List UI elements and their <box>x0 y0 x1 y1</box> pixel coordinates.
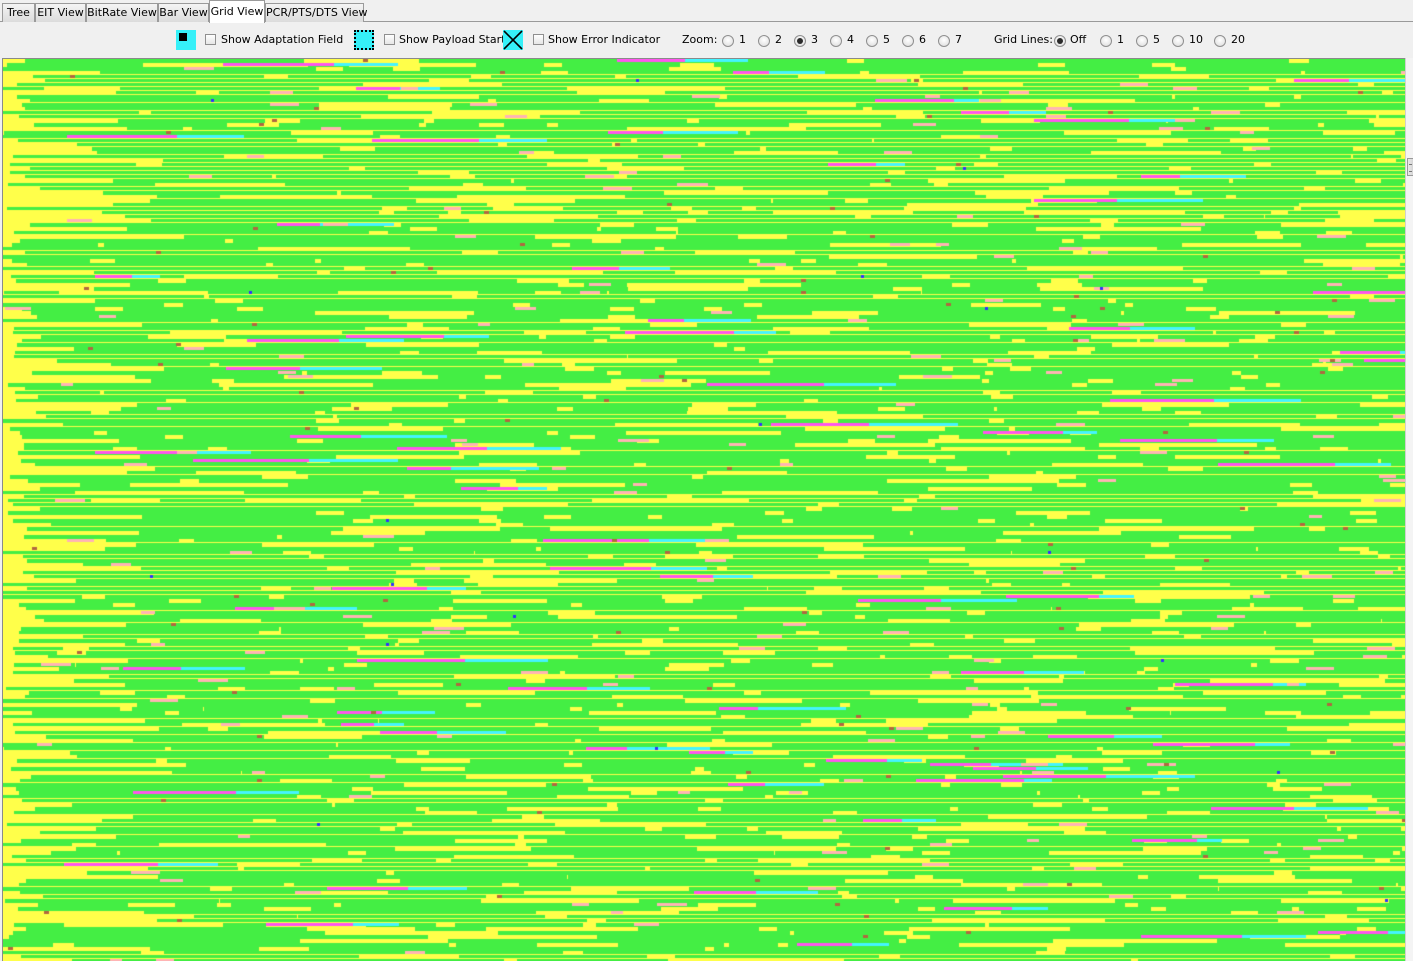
grid-lines-option-label[interactable]: 1 <box>1117 33 1124 47</box>
scrollbar-thumb[interactable] <box>1407 158 1413 176</box>
adaptation-field-symbol-icon <box>176 30 196 50</box>
zoom-radio-7[interactable] <box>938 35 950 47</box>
show-payload-start-checkbox[interactable] <box>384 34 395 45</box>
grid-view-toolbar: Show Adaptation Field Show Payload Start… <box>0 22 1413 58</box>
zoom-radio-2[interactable] <box>758 35 770 47</box>
tab-eit-view[interactable]: EIT View <box>35 3 86 22</box>
show-error-indicator-checkbox[interactable] <box>533 34 544 45</box>
grid-lines-radio-10[interactable] <box>1172 35 1184 47</box>
grid-lines-radio-20[interactable] <box>1214 35 1226 47</box>
grid-lines-radio-off[interactable] <box>1054 35 1066 47</box>
zoom-option-label[interactable]: 6 <box>919 33 926 47</box>
error-indicator-symbol-icon <box>503 30 523 50</box>
tab-grid-view[interactable]: Grid View <box>209 0 265 23</box>
zoom-radio-3[interactable] <box>794 35 806 47</box>
zoom-label: Zoom: <box>682 33 718 46</box>
payload-start-symbol-icon <box>354 30 374 50</box>
grid-lines-label: Grid Lines: <box>994 33 1053 46</box>
zoom-radio-1[interactable] <box>722 35 734 47</box>
grid-lines-option-label[interactable]: 5 <box>1153 33 1160 47</box>
grid-lines-option-label[interactable]: Off <box>1070 33 1086 47</box>
tab-bar-view[interactable]: Bar View <box>158 3 209 22</box>
grid-lines-option-label[interactable]: 20 <box>1231 33 1245 47</box>
zoom-option-label[interactable]: 1 <box>739 33 746 47</box>
zoom-option-label[interactable]: 7 <box>955 33 962 47</box>
zoom-option-label[interactable]: 5 <box>883 33 890 47</box>
zoom-radio-5[interactable] <box>866 35 878 47</box>
zoom-option-label[interactable]: 2 <box>775 33 782 47</box>
show-payload-start-label[interactable]: Show Payload Start <box>399 33 505 47</box>
zoom-option-label[interactable]: 3 <box>811 33 818 47</box>
tab-pcr-pts-dts-view[interactable]: PCR/PTS/DTS View <box>265 3 367 22</box>
tab-tree[interactable]: Tree <box>2 3 35 22</box>
show-error-indicator-label[interactable]: Show Error Indicator <box>548 33 660 47</box>
grid-lines-option-label[interactable]: 10 <box>1189 33 1203 47</box>
vertical-scrollbar[interactable] <box>1405 58 1413 961</box>
zoom-radio-6[interactable] <box>902 35 914 47</box>
packet-grid-panel[interactable] <box>2 58 1405 961</box>
show-adaptation-field-checkbox[interactable] <box>205 34 216 45</box>
zoom-radio-4[interactable] <box>830 35 842 47</box>
tab-bitrate-view[interactable]: BitRate View <box>86 3 158 22</box>
grid-lines-radio-5[interactable] <box>1136 35 1148 47</box>
grid-lines-radio-1[interactable] <box>1100 35 1112 47</box>
tab-bar: Tree EIT View BitRate View Bar View Grid… <box>0 0 1413 23</box>
packet-grid-canvas[interactable] <box>3 59 1405 961</box>
show-adaptation-field-label[interactable]: Show Adaptation Field <box>221 33 343 47</box>
zoom-option-label[interactable]: 4 <box>847 33 854 47</box>
